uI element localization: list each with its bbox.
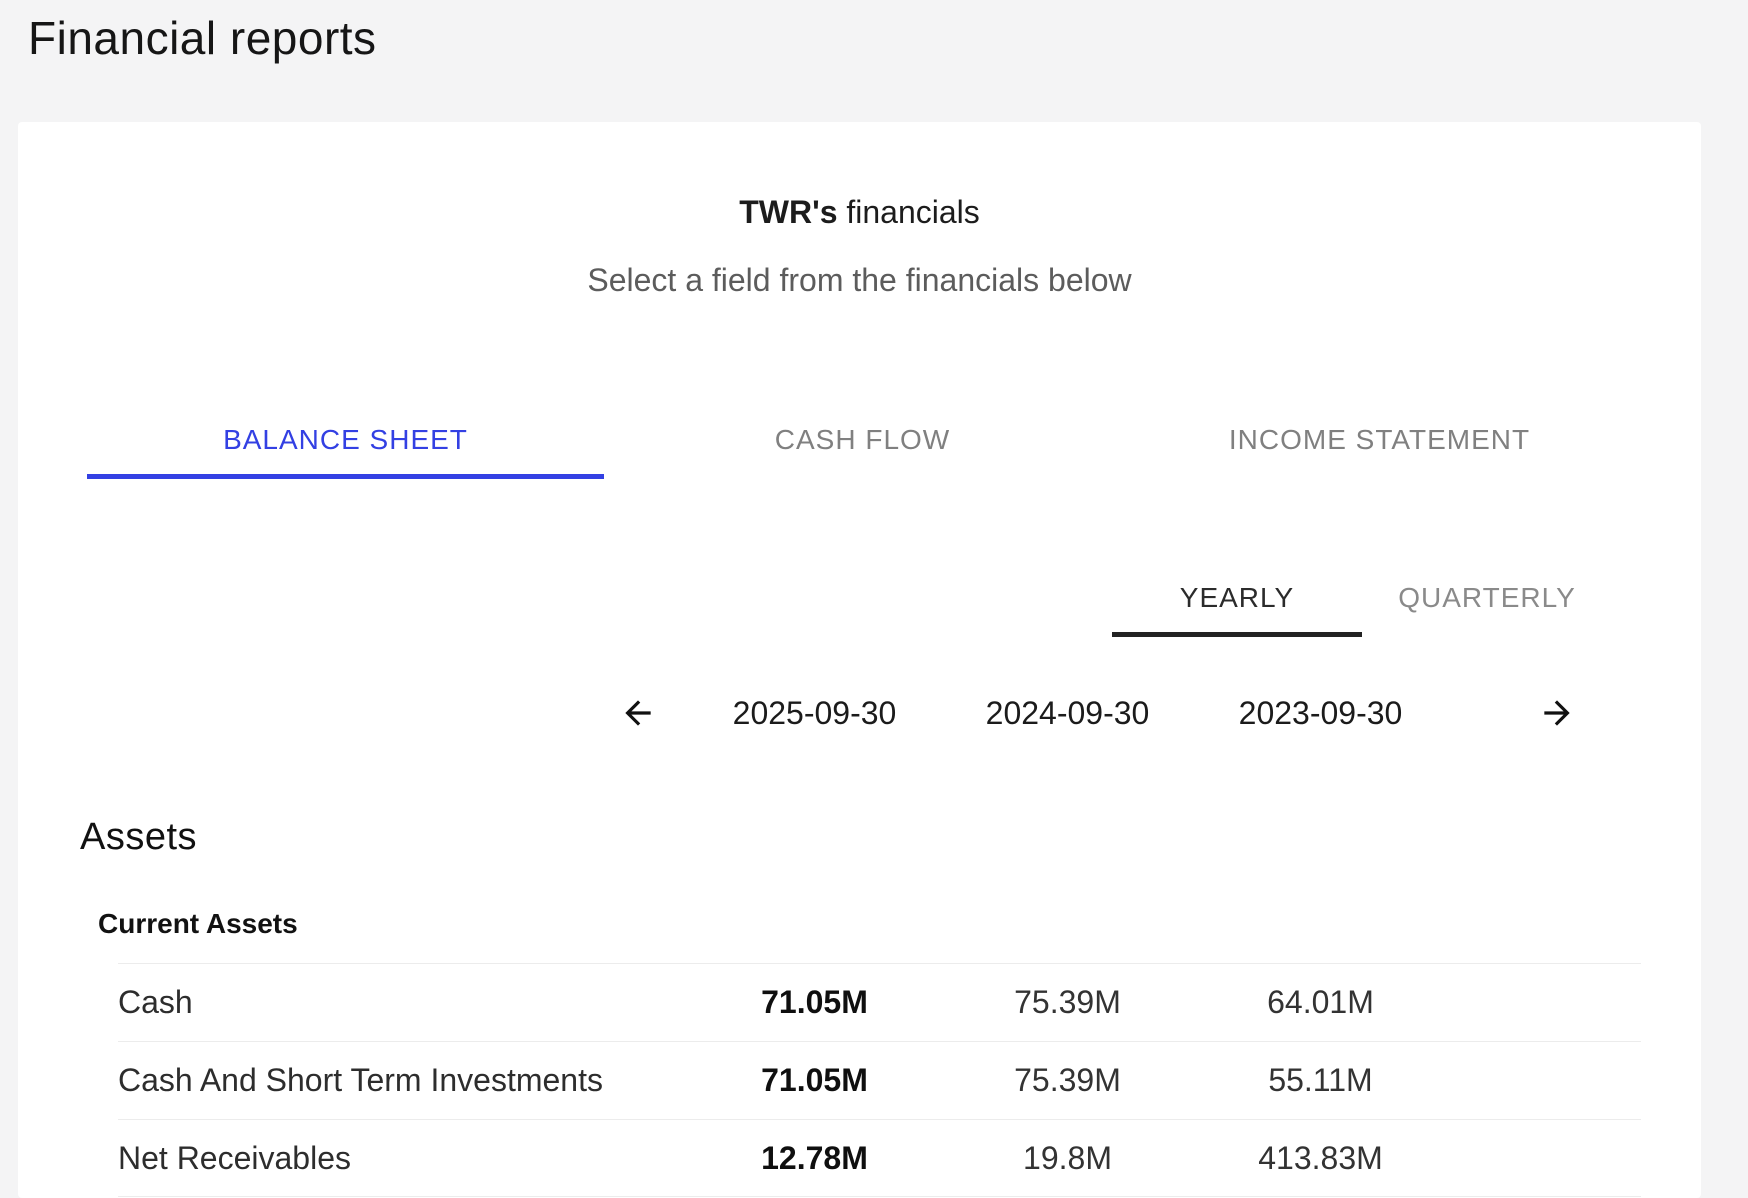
date-column-1: 2025-09-30: [688, 695, 941, 732]
financials-header: TWR's financials Select a field from the…: [18, 122, 1701, 296]
tab-income-statement[interactable]: INCOME STATEMENT: [1121, 401, 1638, 479]
row-label: Cash And Short Term Investments: [118, 1062, 688, 1099]
page-title: Financial reports: [28, 6, 1748, 70]
period-tab-quarterly[interactable]: QUARTERLY: [1362, 559, 1612, 637]
row-label: Net Receivables: [118, 1140, 688, 1177]
financials-title-rest: financials: [846, 194, 979, 230]
next-period-button[interactable]: [1535, 691, 1579, 735]
row-value: 71.05M: [688, 1062, 941, 1099]
tab-balance-sheet[interactable]: BALANCE SHEET: [87, 401, 604, 479]
arrow-left-icon: [619, 694, 657, 732]
row-label: Cash: [118, 984, 688, 1021]
row-value: 12.78M: [688, 1140, 941, 1177]
financials-table: Cash 71.05M 75.39M 64.01M Cash And Short…: [118, 963, 1641, 1197]
row-value: 413.83M: [1194, 1140, 1447, 1177]
select-field-subtitle: Select a field from the financials below: [18, 264, 1701, 296]
table-row-net-receivables[interactable]: Net Receivables 12.78M 19.8M 413.83M: [118, 1119, 1641, 1197]
section-title-assets: Assets: [80, 815, 1701, 859]
row-value: 75.39M: [941, 984, 1194, 1021]
date-column-3: 2023-09-30: [1194, 695, 1447, 732]
arrow-right-icon: [1538, 694, 1576, 732]
tab-cash-flow[interactable]: CASH FLOW: [604, 401, 1121, 479]
row-value: 64.01M: [1194, 984, 1447, 1021]
company-ticker: TWR's: [739, 194, 837, 230]
company-financials-title: TWR's financials: [18, 196, 1701, 228]
period-toggle: YEARLY QUARTERLY: [18, 559, 1612, 637]
statement-tabs: BALANCE SHEET CASH FLOW INCOME STATEMENT: [87, 401, 1638, 479]
row-value: 55.11M: [1194, 1062, 1447, 1099]
subsection-title-current-assets: Current Assets: [98, 909, 1701, 939]
table-row-cash-and-short-term-investments[interactable]: Cash And Short Term Investments 71.05M 7…: [118, 1041, 1641, 1119]
row-value: 19.8M: [941, 1140, 1194, 1177]
prev-period-button[interactable]: [616, 691, 660, 735]
date-column-2: 2024-09-30: [941, 695, 1194, 732]
row-value: 75.39M: [941, 1062, 1194, 1099]
row-value: 71.05M: [688, 984, 941, 1021]
period-tab-yearly[interactable]: YEARLY: [1112, 559, 1362, 637]
financials-card: TWR's financials Select a field from the…: [18, 122, 1701, 1198]
date-columns-header: 2025-09-30 2024-09-30 2023-09-30: [118, 685, 1641, 741]
table-row-cash[interactable]: Cash 71.05M 75.39M 64.01M: [118, 963, 1641, 1041]
